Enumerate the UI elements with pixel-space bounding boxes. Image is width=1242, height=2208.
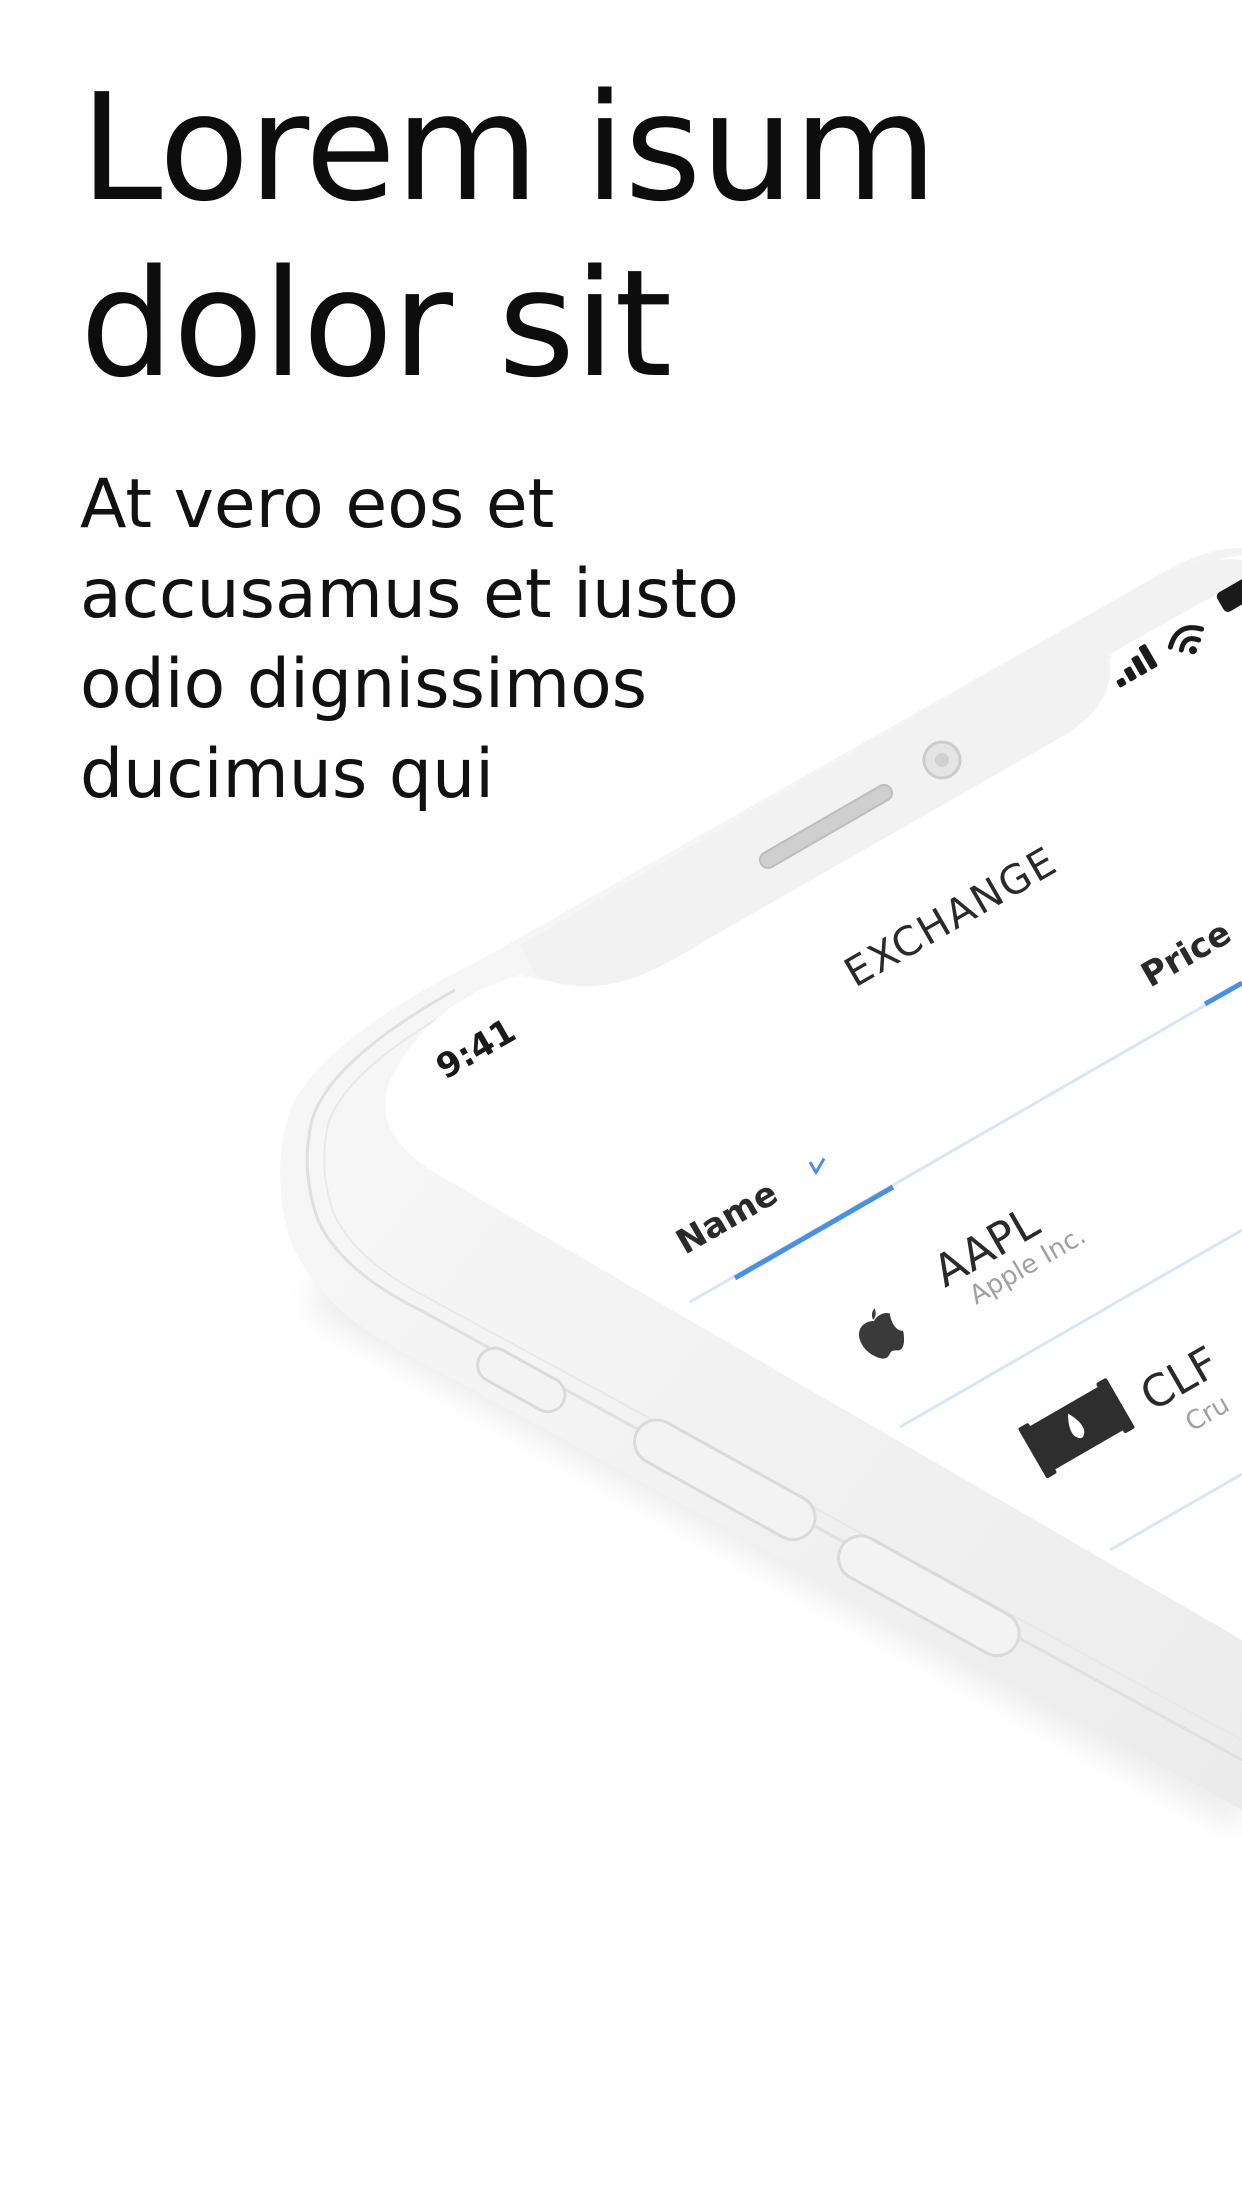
- phone-mockup: 9:41 EXCHANGE Name Price AAPL Apple Inc.…: [280, 548, 1242, 1830]
- phone-camera-lens: [935, 753, 949, 767]
